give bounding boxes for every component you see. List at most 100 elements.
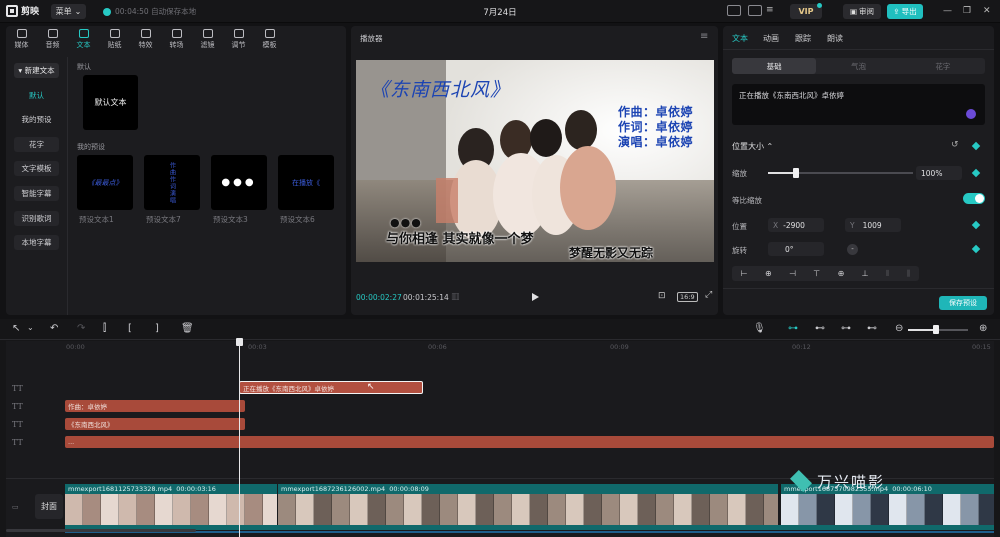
tab-media[interactable]: 媒体 <box>6 26 37 52</box>
uniform-scale-toggle[interactable] <box>963 193 985 204</box>
split-icon[interactable]: ⫿ <box>103 323 106 334</box>
tab-read-aloud[interactable]: 朗读 <box>827 33 843 44</box>
delete-icon[interactable]: 🗑 <box>181 323 194 334</box>
rotate-dial-icon[interactable]: - <box>847 244 858 255</box>
zoom-fit-icon[interactable]: ⊕ <box>979 323 987 334</box>
crop-icon[interactable]: ⊡ <box>658 291 666 301</box>
text-clip[interactable]: 《东南西北风》 <box>65 418 245 430</box>
horizontal-scrollbar[interactable] <box>6 529 196 532</box>
nav-item-4[interactable]: 文字模板 <box>14 161 59 176</box>
video-preview[interactable]: 《东南西北风》 作曲：卓依婷 作词：卓依婷 演唱：卓依婷 ●●● 与你相逢 其实… <box>356 60 714 262</box>
microphone-icon[interactable]: 🎙 <box>753 323 766 334</box>
scale-slider-handle[interactable] <box>792 168 799 178</box>
chevron-down-icon[interactable]: ⌄ <box>27 323 34 332</box>
fullscreen-icon[interactable]: ⤢ <box>705 290 712 300</box>
tab-effects[interactable]: 特效 <box>130 26 161 52</box>
tab-text[interactable]: 文本 <box>68 26 99 52</box>
nav-item-2[interactable]: 我的预设 <box>14 112 59 127</box>
preview-axis-icon[interactable]: ⊶ <box>841 323 851 334</box>
tab-label: 模板 <box>262 41 277 49</box>
nav-item-1[interactable]: 默认 <box>14 88 59 103</box>
review-button[interactable]: ▣ 审阅 <box>843 4 881 19</box>
preset-card[interactable]: 作曲作词演唱 <box>144 155 200 210</box>
ai-write-icon[interactable] <box>966 109 976 119</box>
nav-item-7[interactable]: 本地字幕 <box>14 235 59 250</box>
tab-template[interactable]: 模板 <box>254 26 285 52</box>
maximize-icon[interactable]: ❐ <box>963 6 971 16</box>
text-clip[interactable]: ... <box>65 436 994 448</box>
align-right-icon[interactable]: ⊣ <box>789 269 796 278</box>
export-button[interactable]: ⇪ 导出 <box>887 4 923 19</box>
distribute-v-icon[interactable]: ⫼ <box>907 269 911 279</box>
video-clip-thumbnails[interactable] <box>278 494 778 525</box>
keyframe-icon[interactable] <box>971 220 981 230</box>
nav-item-5[interactable]: 智能字幕 <box>14 186 59 201</box>
keyframe-icon[interactable] <box>971 168 981 178</box>
keyboard-icon[interactable] <box>727 5 741 16</box>
keyframe-icon[interactable] <box>971 244 981 254</box>
text-clip[interactable]: 正在播放《东南西北风》卓依婷 <box>239 381 423 394</box>
video-clip-header[interactable]: mmexport1681125733328.mp4 00:00:03:16 <box>65 484 277 494</box>
snap-icon[interactable]: ⊷ <box>815 323 825 334</box>
cover-button[interactable]: 封面 <box>35 494 63 519</box>
distribute-h-icon[interactable]: ⫴ <box>886 269 889 279</box>
tab-tracking[interactable]: 跟踪 <box>795 33 811 44</box>
menu-icon[interactable]: ≡ <box>700 31 708 42</box>
text-clip[interactable]: 作曲：卓依婷 <box>65 400 245 412</box>
position-y-field[interactable]: Y 1009 <box>845 218 901 232</box>
rotate-field[interactable]: 0° <box>768 242 824 256</box>
tab-text[interactable]: 文本 <box>732 33 748 44</box>
playhead-handle[interactable] <box>236 338 243 346</box>
segment-basic[interactable]: 基础 <box>732 58 817 74</box>
preset-card[interactable]: 《最最点》 <box>77 155 133 210</box>
trim-right-icon[interactable]: ] <box>155 323 159 334</box>
zoom-out-icon[interactable]: ⊖ <box>895 323 903 334</box>
video-clip-thumbnails[interactable] <box>65 494 277 525</box>
playhead[interactable] <box>239 339 240 537</box>
nav-item-3[interactable]: 花字 <box>14 137 59 152</box>
scale-field[interactable]: 100% <box>916 166 962 180</box>
tab-transition[interactable]: 转场 <box>161 26 192 52</box>
keyframe-icon[interactable] <box>971 141 981 151</box>
default-text-card[interactable]: 默认文本 <box>83 75 138 130</box>
layout-icon[interactable] <box>748 5 762 16</box>
undo-icon[interactable]: ↶ <box>50 323 58 334</box>
text-content-input[interactable]: 正在播放《东南西北风》卓依婷 <box>732 84 985 125</box>
segment-bubble[interactable]: 气泡 <box>816 58 900 74</box>
position-x-field[interactable]: X -2900 <box>768 218 824 232</box>
align-bottom-icon[interactable]: ⊥ <box>862 269 869 278</box>
tab-filter[interactable]: 滤镜 <box>192 26 223 52</box>
tab-audio[interactable]: 音频 <box>37 26 68 52</box>
zoom-slider-handle[interactable] <box>933 325 939 334</box>
reset-icon[interactable]: ↺ <box>951 140 959 150</box>
close-icon[interactable]: ✕ <box>983 6 991 16</box>
redo-icon[interactable]: ↷ <box>77 323 85 334</box>
minimize-icon[interactable]: — <box>943 6 952 16</box>
play-button[interactable] <box>532 293 539 301</box>
more-icon[interactable]: ≡ <box>766 5 774 15</box>
tab-animation[interactable]: 动画 <box>763 33 779 44</box>
trim-left-icon[interactable]: [ <box>128 323 132 334</box>
align-middle-icon[interactable]: ⊕ <box>838 269 845 278</box>
segment-fancy[interactable]: 花字 <box>901 58 985 74</box>
align-left-icon[interactable]: ⊢ <box>741 269 748 278</box>
link-toggle-icon[interactable]: ⊶ <box>788 323 798 334</box>
align-top-icon[interactable]: ⊤ <box>813 269 820 278</box>
nav-item-6[interactable]: 识别歌词 <box>14 211 59 226</box>
timecode-icon[interactable]: ▥ <box>451 292 460 302</box>
video-clip-header[interactable]: mmexport1687236126002.mp4 00:00:08:09 <box>278 484 778 494</box>
aspect-ratio-button[interactable]: 16:9 <box>677 292 698 302</box>
video-clip-thumbnails[interactable] <box>781 494 994 525</box>
select-tool-icon[interactable]: ↖ <box>12 323 20 334</box>
save-preset-button[interactable]: 保存预设 <box>939 296 987 310</box>
chevron-up-icon[interactable]: ⌃ <box>767 142 774 151</box>
preset-card[interactable]: 在播放《 <box>278 155 334 210</box>
section-position-size: 位置大小 ⌃ <box>732 141 773 152</box>
nav-item-0[interactable]: ▾ 新建文本 <box>14 63 59 78</box>
tab-sticker[interactable]: 贴纸 <box>99 26 130 52</box>
tab-adjust[interactable]: 调节 <box>223 26 254 52</box>
align-center-icon[interactable]: ⊕ <box>765 269 772 278</box>
track-area: 00:00 00:03 00:06 00:09 00:12 00:15 TT TT TT … <box>6 341 994 537</box>
split-screen-icon[interactable]: ⊷ <box>867 323 877 334</box>
preset-card[interactable]: ●●● <box>211 155 267 210</box>
